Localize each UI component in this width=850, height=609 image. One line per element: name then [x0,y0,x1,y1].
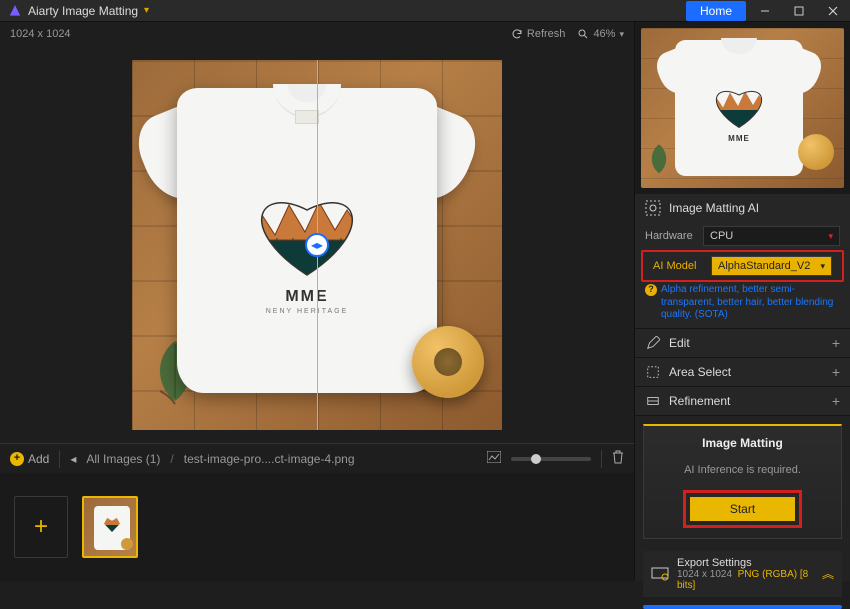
refresh-button[interactable]: Refresh [511,28,566,40]
breadcrumb-back-icon[interactable]: ◂ [70,452,76,466]
workspace: 1024 x 1024 Refresh 46% ▾ [0,22,634,581]
canvas-image: MME NENY HERITAGE ◂▸ [132,60,502,430]
single-export-button[interactable]: Single Export [645,607,741,609]
ai-model-select[interactable]: AlphaStandard_V2 ▾ [711,256,832,276]
thumbnail-size-slider[interactable] [511,457,591,461]
chevron-down-icon: ▾ [820,261,825,272]
app-logo-icon [8,4,22,18]
section-area-select[interactable]: Area Select + [635,358,850,387]
canvas-dimensions: 1024 x 1024 [10,28,71,40]
ai-model-row-highlighted: AI Model AlphaStandard_V2 ▾ [641,250,844,282]
section-image-matting-ai: Image Matting AI Hardware CPU ▾ AI Model… [635,194,850,329]
breadcrumb-all-images[interactable]: All Images (1) [86,452,160,466]
expand-icon[interactable]: + [832,364,840,380]
app-menu-chevron-icon[interactable]: ▾ [144,5,149,16]
matting-ai-icon [645,200,661,216]
export-settings-icon [651,567,669,581]
section-edit[interactable]: Edit + [635,329,850,358]
thumbnail-size-icon[interactable] [487,451,501,466]
window-close-button[interactable] [816,0,850,22]
export-settings[interactable]: Export Settings 1024 x 1024 PNG (RGBA) [… [643,551,842,597]
section-title: Image Matting AI [669,201,759,215]
edit-icon [645,335,661,351]
start-button[interactable]: Start [690,497,795,521]
footer-bar: + Add ◂ All Images (1) / test-image-pro.… [0,443,634,473]
hardware-select[interactable]: CPU ▾ [703,226,840,246]
window-maximize-button[interactable] [782,0,816,22]
chevron-down-icon: ▾ [828,231,833,242]
image-matting-card: Image Matting AI Inference is required. … [643,424,842,539]
preview-pane: MME [635,22,850,194]
chevron-down-icon: ▾ [619,29,624,40]
tshirt-brand: MME [177,288,437,306]
add-button[interactable]: + Add [10,452,49,466]
matting-card-subtitle: AI Inference is required. [654,464,831,476]
expand-icon[interactable]: + [832,335,840,351]
thumbnail-item[interactable] [82,496,138,558]
titlebar: Aiarty Image Matting ▾ Home [0,0,850,22]
zoom-control[interactable]: 46% ▾ [577,28,624,40]
start-button-highlighted: Start [683,490,802,528]
hardware-label: Hardware [645,230,697,242]
area-select-icon [645,364,661,380]
canvas-header: 1024 x 1024 Refresh 46% ▾ [0,22,634,46]
help-icon[interactable]: ? [645,284,657,296]
export-buttons: Single Export Batch Export [643,605,842,609]
collapse-up-icon[interactable]: ︽ [822,565,834,582]
refresh-icon [511,28,523,40]
thumbnail-strip: + [0,473,634,581]
home-button[interactable]: Home [686,1,746,21]
prop-cup [412,326,484,398]
batch-export-button[interactable]: Batch Export [745,607,841,609]
canvas-area[interactable]: MME NENY HERITAGE ◂▸ [0,46,634,443]
ai-model-label: AI Model [653,260,705,272]
tshirt-brand-sub: NENY HERITAGE [177,308,437,315]
thumbnail-add-button[interactable]: + [14,496,68,558]
side-panel: MME Image Matting AI Hardware CPU ▾ AI M… [634,22,850,581]
export-settings-title: Export Settings [677,557,814,569]
expand-icon[interactable]: + [832,393,840,409]
ai-model-hint: ? Alpha refinement, better semi-transpar… [635,282,850,328]
matting-card-title: Image Matting [654,436,831,450]
section-refinement[interactable]: Refinement + [635,387,850,416]
magnifier-icon [577,28,589,40]
window-minimize-button[interactable] [748,0,782,22]
breadcrumb-filename[interactable]: test-image-pro....ct-image-4.png [184,452,355,466]
app-title: Aiarty Image Matting [28,4,138,18]
refinement-icon [645,393,661,409]
delete-button[interactable] [612,450,624,467]
compare-handle[interactable]: ◂▸ [305,233,329,257]
plus-circle-icon: + [10,452,24,466]
